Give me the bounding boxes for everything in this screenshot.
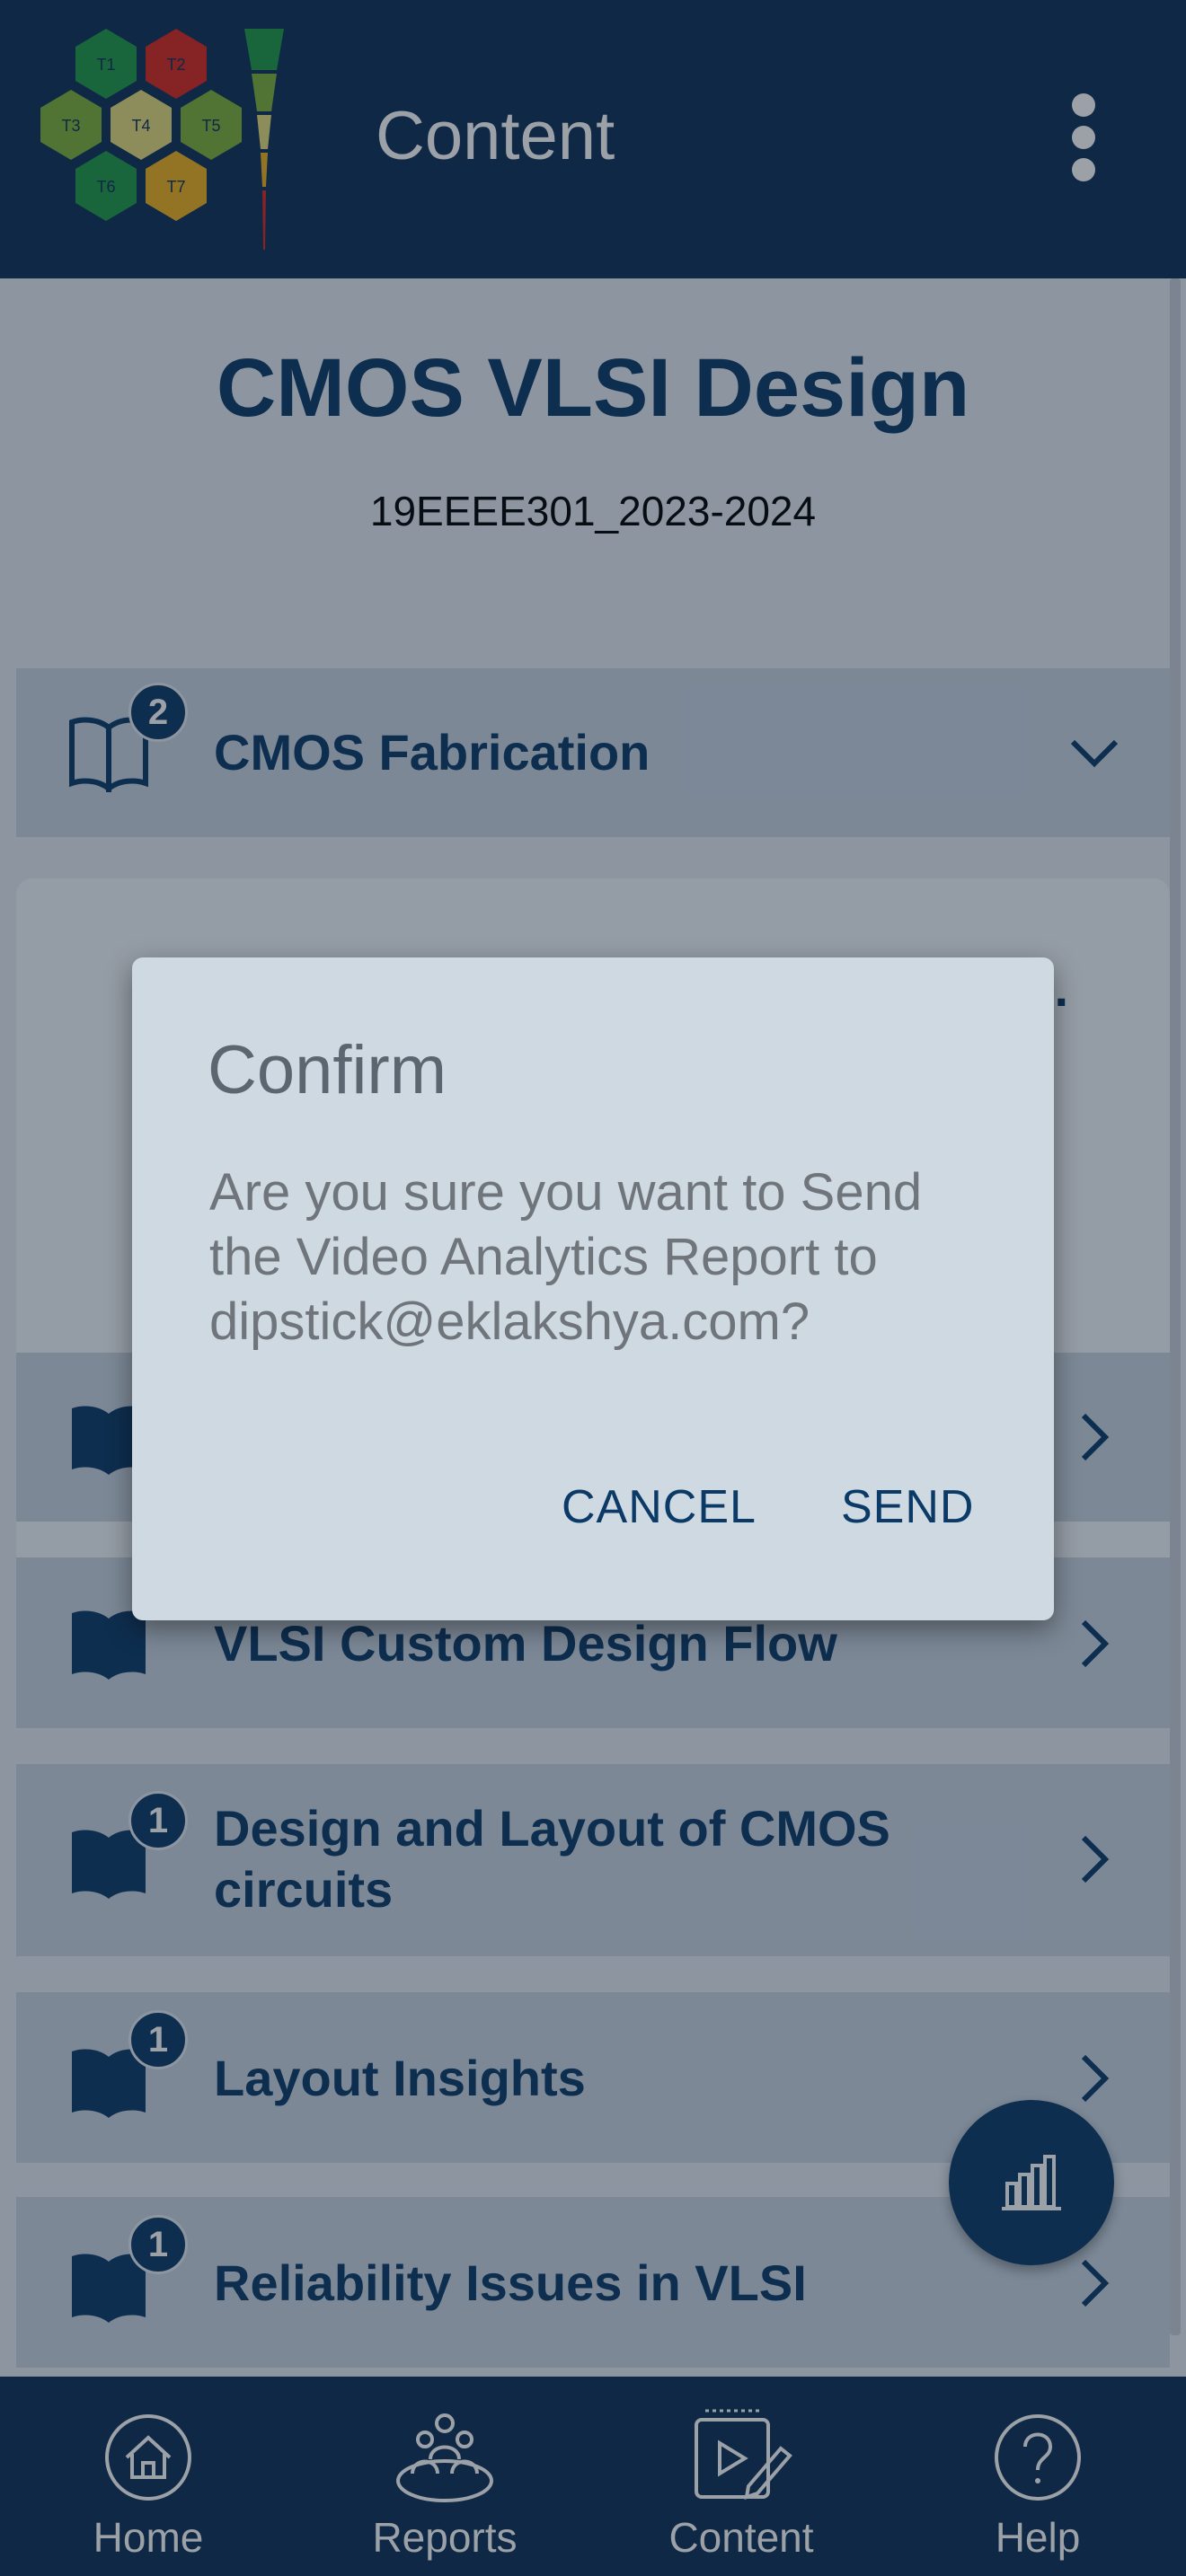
cancel-button[interactable]: CANCEL [562,1480,757,1534]
app-root: T1 T2 T3 T4 T5 T6 T7 Content CMOS VLSI D… [0,0,1186,2576]
dialog-message: Are you sure you want to Send the Video … [209,1163,923,1351]
confirm-dialog: Confirm Are you sure you want to Send th… [132,957,1054,1620]
send-button[interactable]: SEND [841,1480,974,1534]
dialog-title: Confirm [208,1032,447,1108]
